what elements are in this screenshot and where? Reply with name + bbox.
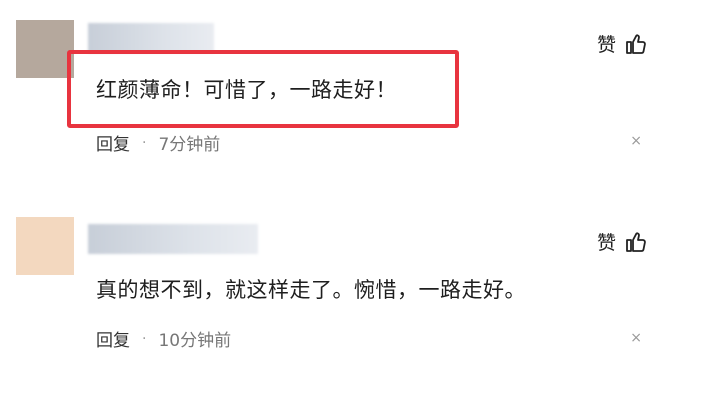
highlight-box [67,50,459,128]
comment-meta: 回复 · 10分钟前 [96,326,232,352]
comment-meta: 回复 · 7分钟前 [96,130,221,156]
separator-dot: · [142,330,147,347]
username-blurred[interactable] [88,23,214,53]
like-button[interactable]: 赞 [597,228,648,255]
like-button[interactable]: 赞 [597,30,648,57]
separator-dot: · [142,134,147,151]
timestamp: 7分钟前 [158,135,221,155]
close-icon[interactable]: × [630,330,642,346]
like-label: 赞 [596,232,616,254]
close-icon[interactable]: × [630,133,642,149]
reply-button[interactable]: 回复 [96,130,130,155]
like-label: 赞 [596,34,616,56]
username-blurred[interactable] [88,224,258,254]
thumbs-up-icon [626,33,646,54]
reply-button[interactable]: 回复 [96,326,130,351]
avatar[interactable] [16,217,74,275]
comment-text: 真的想不到，就这样走了。惋惜，一路走好。 [96,278,526,302]
timestamp: 10分钟前 [158,331,232,351]
comment-item: 赞 真的想不到，就这样走了。惋惜，一路走好。 回复 · 10分钟前 × [0,200,720,407]
thumbs-up-icon [626,231,646,252]
avatar[interactable] [16,20,74,78]
